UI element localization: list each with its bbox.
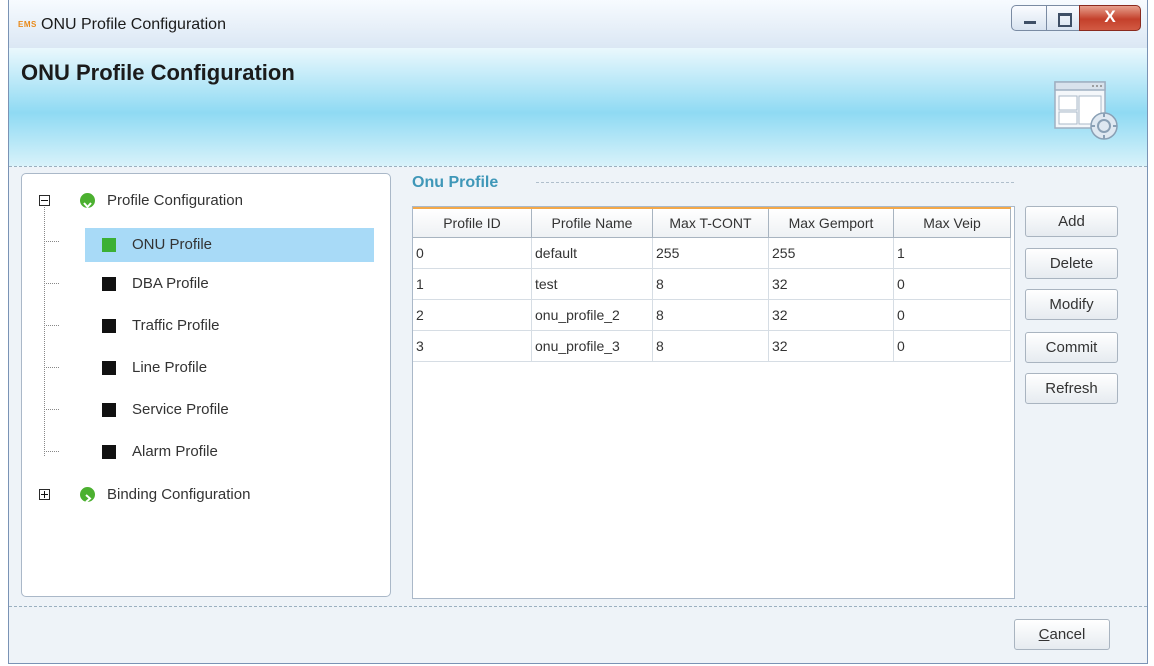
cell-max-gemport: 32 (768, 330, 894, 362)
tree-item-alarm-profile[interactable]: Alarm Profile (85, 438, 374, 466)
footer-divider (9, 606, 1147, 607)
tree-item-onu-profile[interactable]: ONU Profile (85, 228, 374, 262)
page-title: ONU Profile Configuration (21, 60, 295, 85)
modify-button[interactable]: Modify (1025, 289, 1118, 320)
maximize-button[interactable] (1046, 5, 1080, 31)
column-header-max-gemport[interactable]: Max Gemport (768, 208, 894, 238)
tree-item-label: Traffic Profile (132, 317, 220, 334)
maximize-icon (1058, 13, 1072, 27)
dba-profile-square-icon (102, 277, 116, 291)
title-bar: EMS ONU Profile Configuration X (9, 0, 1147, 49)
add-button[interactable]: Add (1025, 206, 1118, 237)
cell-max-gemport: 32 (768, 299, 894, 331)
expand-icon[interactable] (39, 489, 50, 500)
navigation-tree: Profile Configuration ONU Profile DBA Pr… (21, 173, 391, 597)
cell-max-veip: 0 (893, 268, 1011, 300)
table-row[interactable]: 3 onu_profile_3 8 32 0 (413, 330, 1011, 362)
tree-item-line-profile[interactable]: Line Profile (85, 354, 374, 382)
minimize-button[interactable] (1011, 5, 1047, 31)
cell-max-gemport: 32 (768, 268, 894, 300)
cell-max-tcont: 255 (652, 237, 769, 269)
tree-item-label: Service Profile (132, 401, 229, 418)
tree-connector (44, 207, 45, 456)
cell-max-tcont: 8 (652, 330, 769, 362)
column-header-max-veip[interactable]: Max Veip (893, 208, 1011, 238)
close-icon: X (1104, 7, 1116, 26)
tree-group-profile-configuration[interactable]: Profile Configuration (22, 186, 382, 214)
refresh-button[interactable]: Refresh (1025, 373, 1118, 404)
section-title: Onu Profile (412, 174, 499, 191)
cell-max-gemport: 255 (768, 237, 894, 269)
table-header-row: Profile ID Profile Name Max T-CONT Max G… (413, 208, 1011, 238)
collapse-icon[interactable] (39, 195, 50, 206)
cell-profile-id: 0 (413, 237, 532, 269)
tree-item-service-profile[interactable]: Service Profile (85, 396, 374, 424)
cell-profile-name: onu_profile_2 (531, 299, 653, 331)
table-row[interactable]: 0 default 255 255 1 (413, 237, 1011, 269)
tree-group-label: Binding Configuration (107, 486, 251, 503)
config-window-icon (1054, 81, 1118, 140)
collapsed-group-icon (80, 487, 95, 503)
column-header-max-tcont[interactable]: Max T-CONT (652, 208, 769, 238)
commit-button[interactable]: Commit (1025, 332, 1118, 363)
tree-connector (44, 283, 59, 284)
line-profile-square-icon (102, 361, 116, 375)
tree-connector (44, 367, 59, 368)
app-logo-icon: EMS (18, 20, 37, 29)
column-header-profile-name[interactable]: Profile Name (531, 208, 653, 238)
tree-item-label: Line Profile (132, 359, 208, 376)
tree-connector (44, 325, 59, 326)
delete-button[interactable]: Delete (1025, 248, 1118, 279)
cell-max-tcont: 8 (652, 268, 769, 300)
cell-profile-name: test (531, 268, 653, 300)
tree-item-label: Alarm Profile (132, 443, 218, 460)
cell-profile-name: default (531, 237, 653, 269)
cell-profile-name: onu_profile_3 (531, 330, 653, 362)
tree-connector (44, 451, 59, 452)
column-header-profile-id[interactable]: Profile ID (413, 208, 532, 238)
cell-max-veip: 0 (893, 299, 1011, 331)
minimize-icon (1024, 21, 1036, 24)
tree-item-label: ONU Profile (132, 236, 213, 253)
cancel-button[interactable]: Cancel (1014, 619, 1110, 650)
tree-connector (44, 409, 59, 410)
cell-max-veip: 1 (893, 237, 1011, 269)
cell-max-veip: 0 (893, 330, 1011, 362)
window-title: ONU Profile Configuration (41, 16, 226, 33)
service-profile-square-icon (102, 403, 116, 417)
tree-item-label: DBA Profile (132, 275, 209, 292)
tree-item-dba-profile[interactable]: DBA Profile (85, 270, 374, 298)
header-banner: ONU Profile Configuration (9, 48, 1147, 167)
expanded-group-icon (80, 193, 95, 209)
tree-group-binding-configuration[interactable]: Binding Configuration (22, 480, 382, 508)
onu-profile-table[interactable]: Profile ID Profile Name Max T-CONT Max G… (412, 206, 1015, 599)
profile-content-panel: Onu Profile Profile ID Profile Name Max … (402, 170, 1137, 602)
alarm-profile-square-icon (102, 445, 116, 459)
tree-connector (44, 241, 59, 242)
close-button[interactable]: X (1079, 5, 1141, 31)
app-window: EMS ONU Profile Configuration X ONU Prof… (8, 0, 1148, 664)
cell-profile-id: 1 (413, 268, 532, 300)
cell-profile-id: 3 (413, 330, 532, 362)
onu-profile-square-icon (102, 238, 116, 252)
table-row[interactable]: 1 test 8 32 0 (413, 268, 1011, 300)
cell-profile-id: 2 (413, 299, 532, 331)
table-row[interactable]: 2 onu_profile_2 8 32 0 (413, 299, 1011, 331)
traffic-profile-square-icon (102, 319, 116, 333)
tree-item-traffic-profile[interactable]: Traffic Profile (85, 312, 374, 340)
cell-max-tcont: 8 (652, 299, 769, 331)
section-divider (536, 182, 1014, 183)
tree-group-label: Profile Configuration (107, 192, 243, 209)
